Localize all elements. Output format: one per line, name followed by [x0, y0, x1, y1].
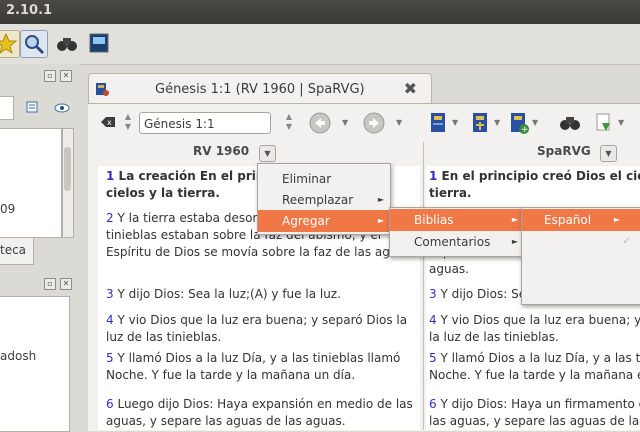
svg-text:+: + — [521, 125, 529, 135]
verse: 4 Y vio Dios que la luz era buena; y sep… — [429, 312, 640, 346]
verse-number: 1 — [106, 169, 115, 183]
submenu-arrow-icon: ► — [613, 215, 620, 224]
left-tab[interactable]: teca — [0, 238, 34, 265]
restore-icon[interactable]: ▫ — [44, 70, 56, 82]
sync-icon[interactable] — [594, 111, 614, 135]
bookmark-star-icon[interactable] — [0, 30, 20, 58]
scrollbar-thumb[interactable] — [64, 147, 71, 191]
menu-item-add[interactable]: Agregar ► — [258, 210, 390, 232]
menu-item-label: Reemplazar — [282, 193, 354, 207]
verse-text: Luego dijo Dios: Haya expansión en medio… — [106, 397, 413, 428]
main-toolbar — [0, 24, 640, 65]
date-text: 09 — [0, 202, 16, 216]
verse: 6 Luego dijo Dios: Haya expansión en med… — [106, 396, 416, 430]
verse-number: 6 — [429, 397, 437, 411]
menu-item-label: Eliminar — [282, 172, 332, 186]
verse-number: 4 — [106, 313, 114, 327]
verse-text: Y llamó Dios a la luz Día, y a las tinie… — [106, 351, 401, 382]
submenu-arrow-icon: ► — [511, 237, 518, 246]
check-icon: ✓ — [622, 234, 632, 247]
add-module-dropdown-icon[interactable]: ▼ — [532, 118, 538, 127]
menu-item-label: Biblias — [414, 213, 454, 227]
window-titlebar: 2.10.1 — [0, 0, 640, 24]
verse: 6 Y dijo Dios: Haya un firmamento en med… — [429, 396, 640, 430]
verse-text: Y vio Dios que la luz era buena; y separ… — [429, 313, 640, 344]
back-icon[interactable] — [308, 111, 332, 135]
reference-stepper[interactable]: ▲ ▼ — [122, 112, 134, 134]
back-dropdown-icon[interactable]: ▼ — [342, 118, 348, 127]
bookmark-item[interactable]: adosh — [0, 349, 36, 363]
column-header-right[interactable]: SpaRVG — [537, 144, 591, 158]
bible-icon — [95, 82, 109, 96]
column-divider[interactable] — [423, 142, 424, 430]
search-icon[interactable] — [20, 30, 48, 58]
verse-number: 1 — [429, 169, 438, 183]
add-bible-icon[interactable] — [428, 111, 450, 135]
svg-text:x: x — [107, 118, 112, 127]
menu-item-label: Español — [544, 213, 592, 227]
menu-item-replace[interactable]: Reemplazar ► — [258, 189, 390, 211]
close-icon[interactable]: ✕ — [60, 278, 72, 290]
sync-dropdown-icon[interactable]: ▼ — [618, 118, 624, 127]
submenu-arrow-icon: ► — [511, 215, 518, 224]
menu-item-label: Comentarios — [414, 235, 491, 249]
verse-text: Y vio Dios que la luz era buena; y separ… — [106, 313, 408, 344]
bible-dropdown-icon[interactable]: ▼ — [452, 118, 458, 127]
verse: 5 Y llamó Dios a la luz Día, y a las tin… — [106, 350, 416, 384]
verse-number: 6 — [106, 397, 114, 411]
bibles-submenu: Español ► ✓ — [521, 207, 640, 305]
tab-title: Génesis 1:1 (RV 1960 | SpaRVG) — [155, 82, 365, 97]
menu-item-label: Agregar — [282, 214, 330, 228]
submenu-arrow-icon: ► — [377, 216, 384, 225]
context-menu: Eliminar Reemplazar ► Agregar ► — [257, 163, 391, 235]
clear-reference-icon[interactable]: x — [101, 116, 115, 128]
forward-icon[interactable] — [362, 111, 386, 135]
verse-number: 5 — [106, 351, 114, 365]
restore-icon[interactable]: ▫ — [44, 278, 56, 290]
verse: 5 Y llamó Dios a la luz Día, y a las tin… — [429, 350, 640, 384]
reference-input[interactable]: Génesis 1:1 — [139, 112, 271, 134]
image-icon[interactable] — [86, 30, 112, 56]
menu-item-spanish[interactable]: Español ► — [522, 209, 640, 231]
menu-item-commentaries[interactable]: Comentarios ► — [390, 231, 524, 253]
forward-dropdown-icon[interactable]: ▼ — [396, 118, 402, 127]
add-submenu: Biblias ► Comentarios ► — [389, 207, 525, 257]
options-icon[interactable] — [26, 100, 42, 114]
verse-text: Y llamó Dios a la luz Día, y a las tinie… — [429, 351, 640, 382]
verse-text: Y dijo Dios: Sea la luz;(A) y fue la luz… — [117, 287, 341, 301]
column-right-dropdown-button[interactable]: ▼ — [600, 145, 617, 162]
binoculars-icon[interactable] — [54, 30, 80, 56]
menu-item-remove[interactable]: Eliminar — [258, 168, 390, 190]
module-list[interactable] — [0, 128, 62, 238]
tab-genesis[interactable]: Génesis 1:1 (RV 1960 | SpaRVG) ✖ — [88, 73, 432, 104]
left-scrollbar[interactable] — [62, 128, 74, 238]
window-title: 2.10.1 — [6, 3, 53, 18]
bookmarks-list[interactable] — [0, 296, 70, 432]
verse-number: 4 — [429, 313, 437, 327]
verse-text: En el principio creó Dios el cielo y la … — [429, 169, 640, 200]
verse-number: 2 — [106, 211, 114, 225]
verse: 4 Y vio Dios que la luz era buena; y sep… — [106, 312, 416, 346]
verse-text: Y dijo Dios: Haya un firmamento en medio… — [429, 397, 640, 428]
chapter-stepper[interactable]: ▲ ▼ — [283, 112, 295, 134]
commentary-dropdown-icon[interactable]: ▼ — [494, 118, 500, 127]
menu-item-bibles[interactable]: Biblias ► — [390, 209, 524, 231]
commentary-icon[interactable] — [470, 111, 492, 135]
binoculars-icon[interactable] — [558, 113, 582, 133]
left-panel: ▫ ✕ 09 teca ▫ ✕ adosh — [0, 64, 80, 432]
verse-number: 3 — [106, 287, 114, 301]
tab-close-icon[interactable]: ✖ — [404, 79, 417, 98]
add-module-icon[interactable]: + — [508, 111, 530, 135]
close-icon[interactable]: ✕ — [60, 70, 72, 82]
submenu-arrow-icon: ► — [377, 195, 384, 204]
eye-icon[interactable] — [54, 102, 70, 114]
verse: 3 Y dijo Dios: Sea la luz;(A) y fue la l… — [106, 286, 416, 303]
column-left-dropdown-button[interactable]: ▼ — [259, 145, 276, 162]
left-tab-label: teca — [0, 243, 27, 257]
verse: 1 En el principio creó Dios el cielo y l… — [429, 168, 640, 202]
column-header-left[interactable]: RV 1960 — [193, 144, 249, 158]
verse-number: 5 — [429, 351, 437, 365]
module-search-field[interactable] — [0, 96, 14, 120]
verse-number: 3 — [429, 287, 437, 301]
